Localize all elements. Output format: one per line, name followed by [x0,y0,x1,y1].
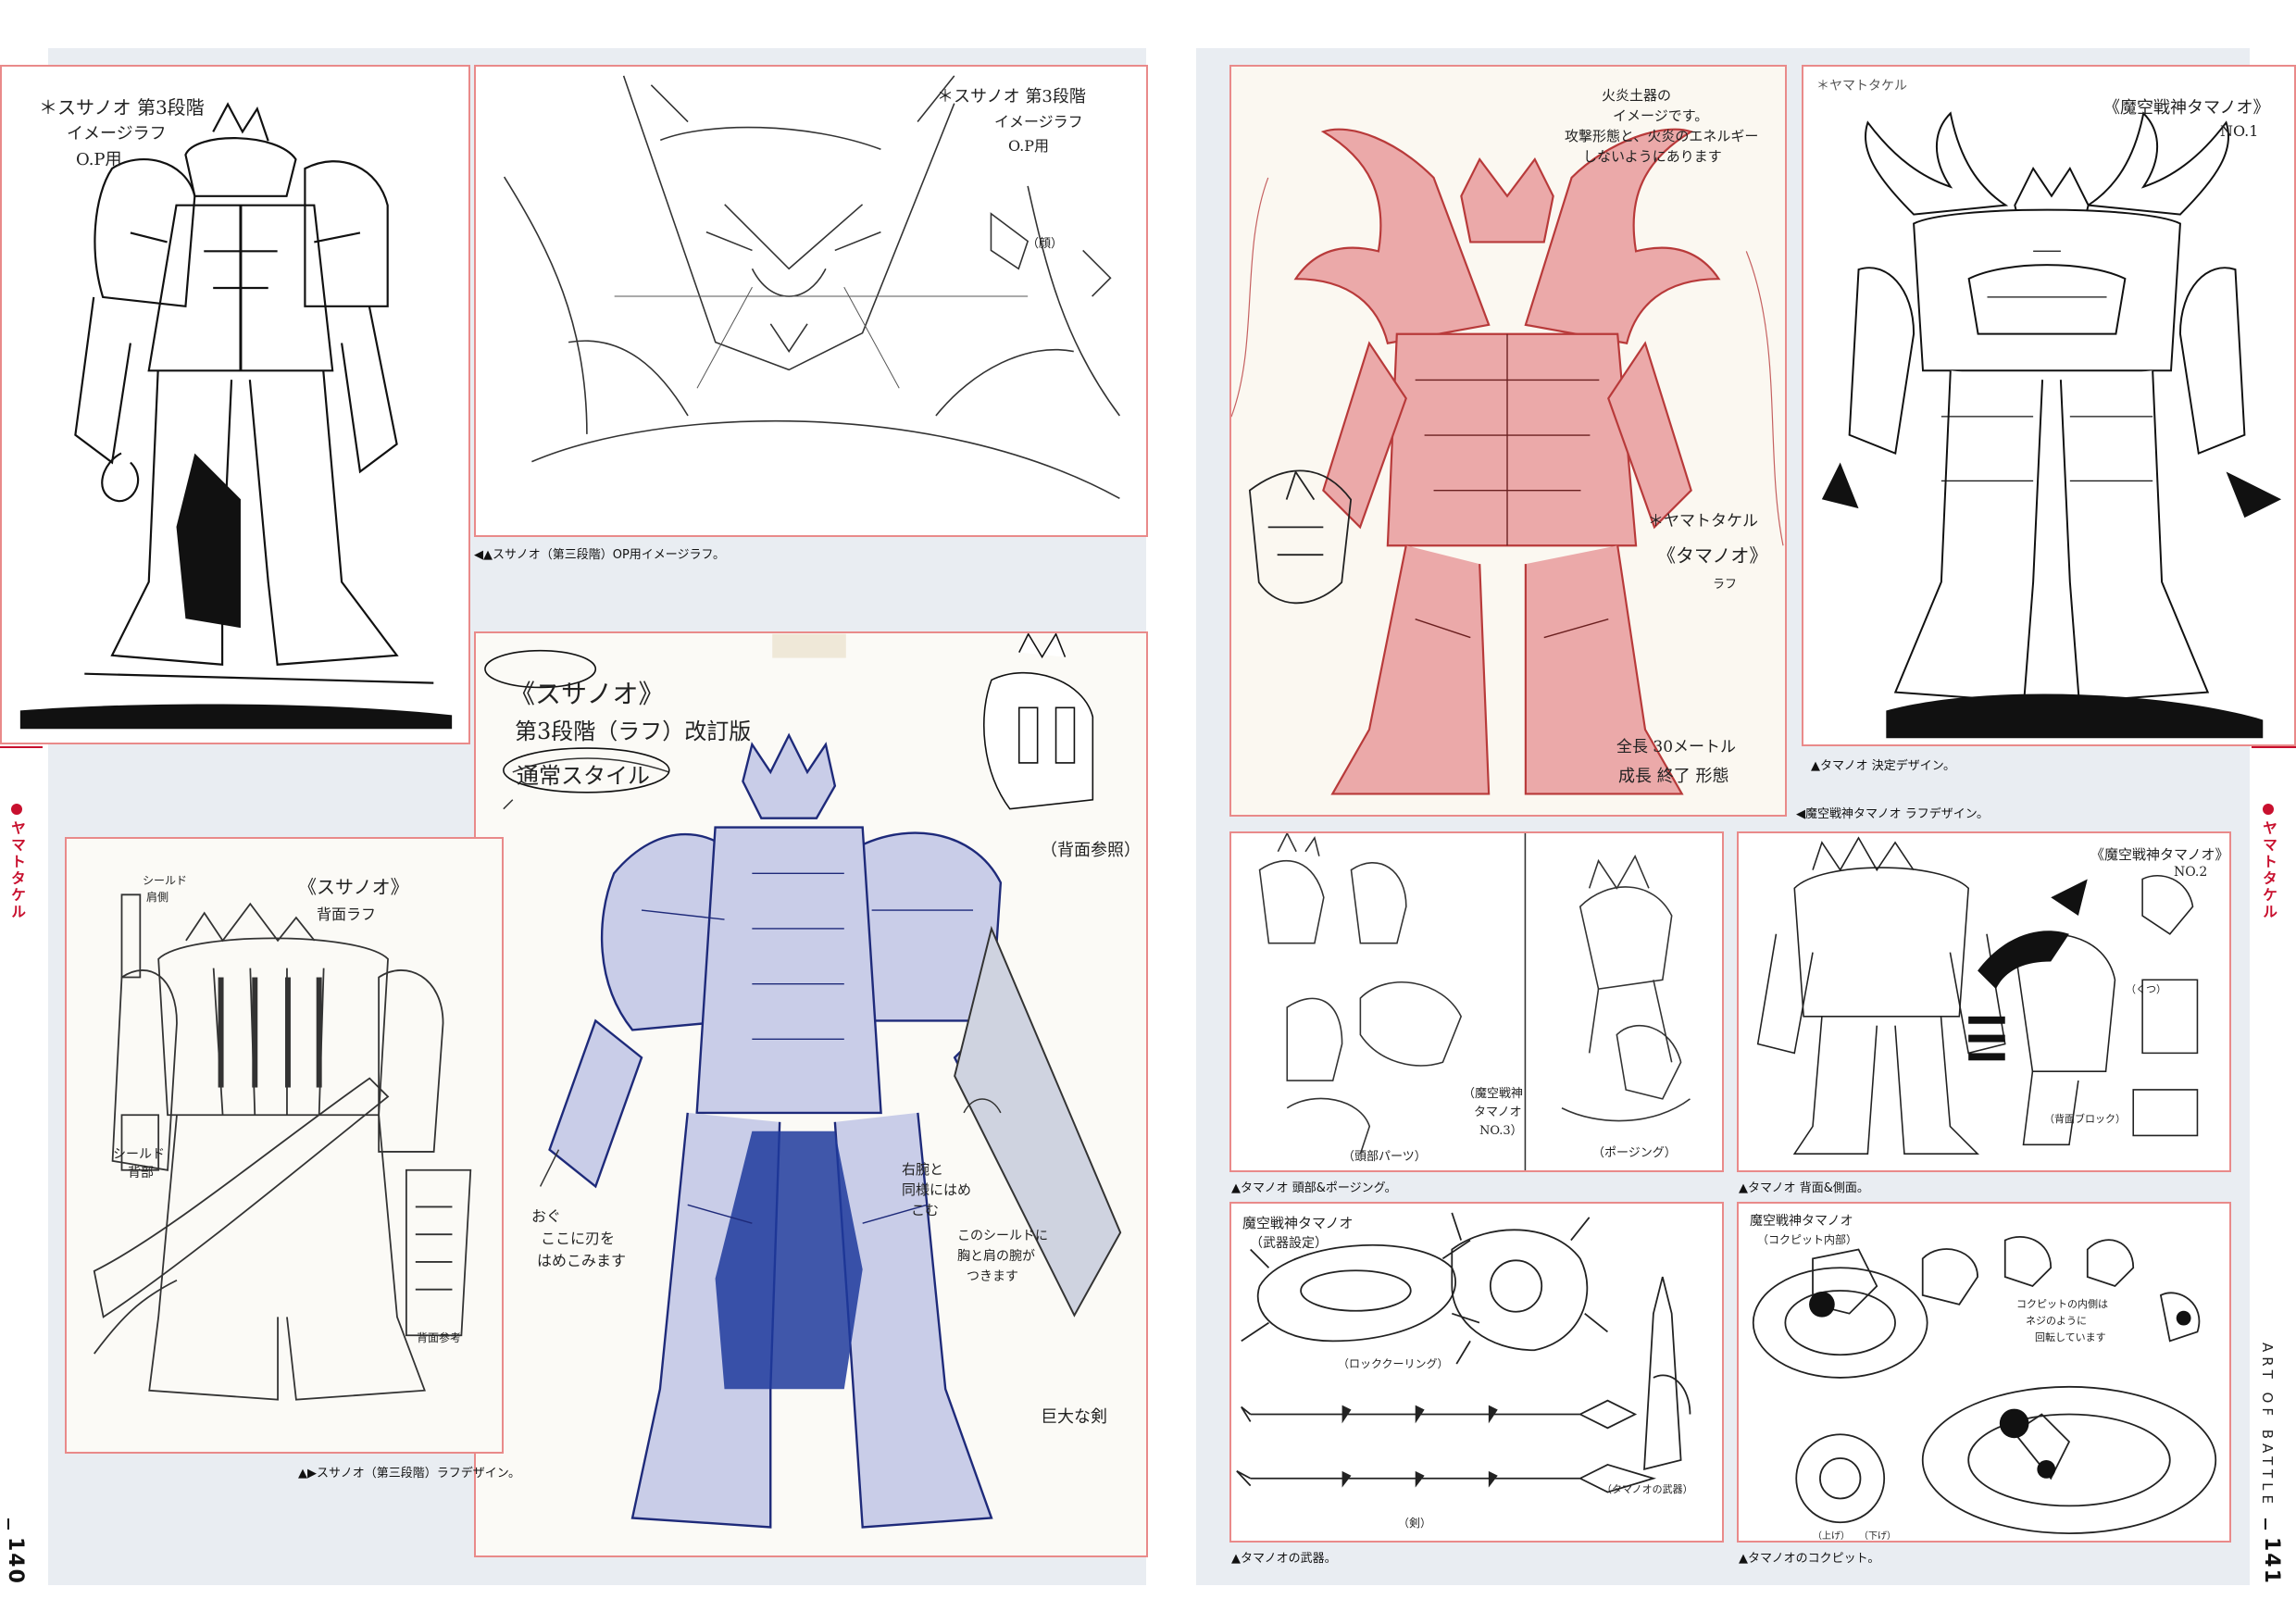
p3-note-a2: ここに刃を [541,1230,616,1247]
p2-note-face: （顔） [1027,237,1064,251]
caption-tamanoo-rough-design: ◀魔空戦神タマノオ ラフデザイン。 [1796,807,1989,821]
p2-note-title: ＊スサノオ 第3段階 [937,87,1086,106]
left-side-label: ヤマトタケル [6,804,28,920]
p3-note-b1: 右腕と [902,1161,944,1178]
panel-susanoo-op-face-rough: ＊スサノオ 第3段階 イメージラフ O.P用 （顔） [474,65,1148,537]
caption-tamanoo-cockpit: ▲タマノオのコクピット。 [1739,1552,1880,1566]
caption-tamanoo-head-posing: ▲タマノオ 頭部&ポージング。 [1231,1181,1397,1195]
p5-note-name: ＊ヤマトタケル [1648,512,1758,531]
p10-note-title: 魔空戦神タマノオ [1750,1214,1853,1229]
panel-tamanoo-back-side: 《魔空戦神タマノオ》 NO.2 （くつ） （背面ブロック） [1737,831,2231,1172]
panel-susanoo-back-rough: 《スサノオ》 背面ラフ シールド 肩側 シールド 背部 背面参考 [65,837,504,1454]
right-side-label-text: ヤマトタケル [2260,820,2277,920]
tamanoo-cockpit-sketch [1752,1236,2217,1534]
p3-note-c3: つきます [967,1269,1018,1284]
left-page-mark-line [0,746,43,748]
p5-note-3: 攻撃形態と、火炎のエネルギー [1565,128,1759,144]
p10-note-c: 回転しています [2035,1331,2106,1343]
panel-susanoo-stage3-revised: 《スサノオ》 第3段階（ラフ）改訂版 通常スタイル （背面参照） おぐ ここに刃… [474,631,1148,1557]
left-page-number-rule [7,1518,9,1530]
p5-note-1: 火炎土器の [1602,87,1672,104]
left-side-label-text: ヤマトタケル [8,820,26,920]
panel-tamanoo-final-design: ＊ヤマトタケル 《魔空戦神タマノオ》 NO.1 [1802,65,2296,746]
p9-note-tamanoo-weapon: （タマノオの武器） [1602,1483,1693,1495]
right-side-dot-icon [2263,804,2274,815]
p6-note-title: 《魔空戦神タマノオ》 [2103,98,2270,118]
p4-note-shoulder: 肩側 [146,891,169,904]
p3-note-a1: おぐ [531,1207,562,1225]
p8-note-shoe: （くつ） [2126,983,2166,995]
running-title: ART OF BATTLE [2259,1343,2276,1509]
p3-note-a3: はめこみます [537,1252,627,1269]
p3-note-stage: 第3段階（ラフ）改訂版 [515,718,752,744]
p1-note-op: O.P用 [76,150,122,169]
p10-note-down: （下げ） [1859,1531,1896,1542]
p4-note-backpart: 背部 [128,1166,154,1181]
p7-note-b: タマノオ [1474,1106,1522,1119]
p4-note-ref: 背面参考 [417,1331,462,1344]
caption-tamanoo-back-side: ▲タマノオ 背面&側面。 [1739,1181,1869,1195]
caption-tamanoo-final-design: ▲タマノオ 決定デザイン。 [1811,759,1955,773]
p3-note-c1: このシールドに [957,1229,1048,1243]
p10-note-a: コクピットの内側は [2016,1298,2108,1310]
p1-note-sub: イメージラフ [67,124,167,144]
panel-tamanoo-weapons: 魔空戦神タマノオ （武器設定） （ロッククーリング） （剣） （タマノオの武器） [1229,1202,1724,1543]
p4-note-title: 《スサノオ》 [298,876,409,898]
p3-note-back: （背面参照） [1041,841,1141,860]
p6-note-no: NO.1 [2220,122,2259,140]
p3-note-style: 通常スタイル [517,763,650,789]
p2-note-sub: イメージラフ [994,113,1083,131]
p10-note-inside: （コクピット内部） [1757,1233,1858,1246]
p6-note-name: ＊ヤマトタケル [1816,79,1907,94]
p10-note-b: ネジのように [2026,1315,2087,1327]
p3-note-c2: 胸と肩の腕が [957,1249,1035,1264]
p8-note-back: （背面ブロック） [2044,1113,2126,1125]
p8-note-title: 《魔空戦神タマノオ》 [2090,846,2229,863]
p1-note-title: ＊スサノオ 第3段階 [39,96,205,119]
panel-tamanoo-rough-design: 火炎土器の イメージです。 攻撃形態と、火炎のエネルギー しないようにあります … [1229,65,1787,817]
p4-note-back: 背面ラフ [317,906,377,923]
p5-note-rough: ラフ [1713,578,1738,592]
panel-tamanoo-head-posing: （頭部パーツ） （魔空戦神 タマノオ NO.3） （ポージング） [1229,831,1724,1172]
p7-note-c: NO.3） [1479,1124,1523,1138]
right-page-number-rule [2265,1518,2266,1530]
p7-note-head: （頭部パーツ） [1342,1150,1427,1164]
p3-note-b2: 同様にはめ [902,1181,972,1198]
p4-note-shield1: シールド [143,874,188,887]
p8-note-no: NO.2 [2174,865,2208,880]
caption-susanoo-op-rough: ◀▲スサノオ（第三段階）OP用イメージラフ。 [474,548,726,562]
p5-note-tamanoo: 《タマノオ》 [1657,544,1768,567]
caption-tamanoo-weapons: ▲タマノオの武器。 [1231,1552,1337,1566]
tamanoo-back-side-sketch [1756,836,2199,1155]
left-page-number: 140 [4,1537,27,1585]
p10-note-up: （上げ） [1813,1531,1850,1542]
p3-note-title: 《スサノオ》 [509,679,665,709]
p9-note-sword: （剣） [1398,1517,1432,1530]
p3-note-b3: こむ [911,1202,940,1218]
p5-note-2: イメージです。 [1613,107,1709,124]
susanoo-fullbody-sketch [19,102,453,730]
p5-note-4: しないようにあります [1583,148,1722,165]
panel-susanoo-image-rough-fullbody: ＊スサノオ 第3段階 イメージラフ O.P用 [0,65,470,744]
right-page-mark-line [2252,746,2296,748]
left-side-dot-icon [11,804,22,815]
tamanoo-final-lineart [1821,111,2282,739]
p7-note-a: （魔空戦神 [1463,1087,1524,1101]
right-side-label: ヤマトタケル [2257,804,2279,920]
tamanoo-head-posing-sketch [1258,833,1691,1170]
p9-note-ring: （ロッククーリング） [1338,1357,1449,1370]
p2-note-op: O.P用 [1008,137,1050,155]
p9-note-title: 魔空戦神タマノオ [1242,1215,1354,1231]
p9-note-weapon: （武器設定） [1250,1236,1328,1251]
p5-note-final: 成長 終了 形態 [1618,767,1729,786]
right-page-number: 141 [2260,1537,2283,1585]
p4-note-shield2: シールド [113,1147,165,1162]
p3-note-sword: 巨大な剣 [1041,1407,1107,1427]
tamanoo-red-sketch [1231,128,1784,795]
p5-note-height: 全長 30メートル [1616,738,1737,756]
caption-susanoo-rough-design: ▲▶スサノオ（第三段階）ラフデザイン。 [298,1467,520,1480]
panel-tamanoo-cockpit: 魔空戦神タマノオ （コクピット内部） コクピットの内側は ネジのように 回転して… [1737,1202,2231,1543]
p7-note-pose: （ポージング） [1592,1146,1677,1160]
